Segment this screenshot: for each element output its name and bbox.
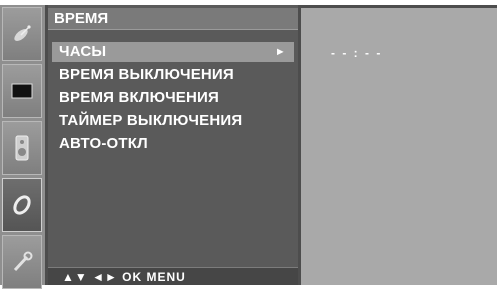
time-menu-panel: ВРЕМЯ ЧАСЫ ► ВРЕМЯ ВЫКЛЮЧЕНИЯ ВРЕМЯ ВКЛЮ…: [48, 5, 298, 285]
menu-item-off-time[interactable]: ВРЕМЯ ВЫКЛЮЧЕНИЯ: [52, 65, 294, 85]
menu-item-label: ВРЕМЯ ВКЛЮЧЕНИЯ: [59, 89, 220, 106]
speaker-icon: [9, 133, 35, 163]
category-time[interactable]: [2, 178, 42, 232]
satellite-dish-icon: [9, 21, 35, 47]
category-icon-strip: [0, 5, 45, 289]
category-option[interactable]: [2, 235, 42, 289]
menu-item-sleep-timer[interactable]: ТАЙМЕР ВЫКЛЮЧЕНИЯ: [52, 111, 294, 131]
menu-title: ВРЕМЯ: [48, 8, 298, 30]
osd-menu: ВРЕМЯ ЧАСЫ ► ВРЕМЯ ВЫКЛЮЧЕНИЯ ВРЕМЯ ВКЛЮ…: [0, 5, 497, 289]
clock-value: - - : - -: [331, 46, 383, 60]
menu-item-label: ЧАСЫ: [59, 43, 107, 60]
menu-item-on-time[interactable]: ВРЕМЯ ВКЛЮЧЕНИЯ: [52, 88, 294, 108]
category-picture[interactable]: [2, 64, 42, 118]
category-audio[interactable]: [2, 121, 42, 175]
chevron-right-icon: ►: [274, 46, 286, 58]
menu-item-label: ТАЙМЕР ВЫКЛЮЧЕНИЯ: [59, 112, 243, 129]
value-panel: - - : - -: [301, 8, 497, 285]
menu-item-clock[interactable]: ЧАСЫ ►: [52, 42, 294, 62]
clock-icon: [9, 192, 35, 218]
wrench-icon: [9, 249, 35, 275]
menu-item-auto-off[interactable]: АВТО-ОТКЛ: [52, 134, 294, 154]
menu-item-label: ВРЕМЯ ВЫКЛЮЧЕНИЯ: [59, 66, 234, 83]
category-setup[interactable]: [2, 7, 42, 61]
navigation-hint: ▲▼ ◄► OK MENU: [48, 267, 298, 285]
screen-icon: [9, 78, 35, 104]
menu-item-label: АВТО-ОТКЛ: [59, 135, 148, 152]
